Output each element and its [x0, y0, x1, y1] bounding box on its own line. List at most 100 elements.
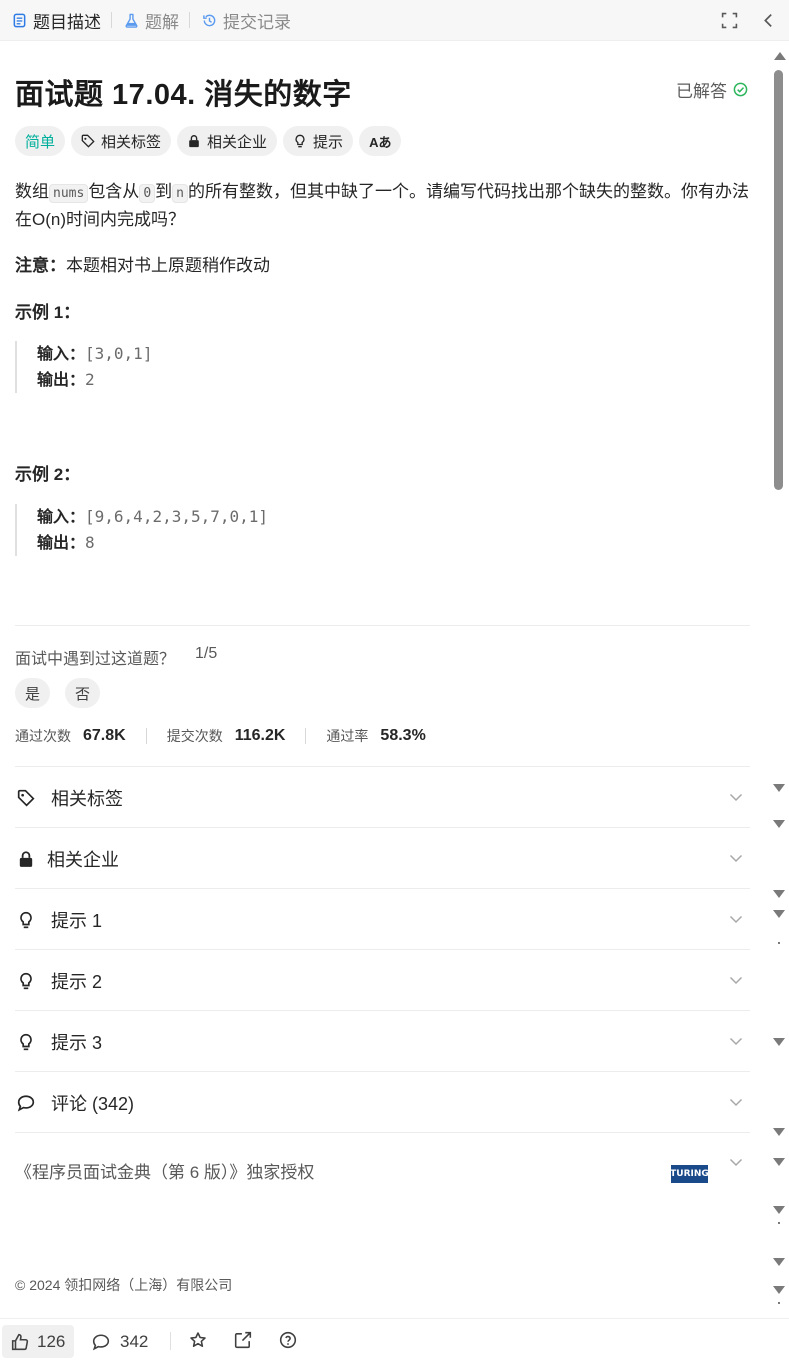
divider	[15, 1132, 750, 1133]
tab-solutions-label: 题解	[145, 12, 179, 32]
input-label: 输入：	[37, 346, 86, 363]
problem-title: 面试题 17.04. 消失的数字	[15, 79, 352, 111]
inline-code: nums	[49, 184, 89, 203]
thumbs-up-icon	[11, 1333, 29, 1350]
comment-icon	[92, 1333, 110, 1350]
problem-chips: 简单 相关标签 相关企业 提示 Aあ	[15, 126, 402, 156]
comment-icon	[17, 1094, 35, 1111]
related-tags-chip[interactable]: 相关标签	[71, 126, 172, 156]
desc-text: 数组	[15, 182, 49, 201]
scroll-marker	[773, 820, 785, 828]
example-2-title: 示例 2：	[15, 465, 81, 484]
source-expand[interactable]	[715, 1142, 750, 1182]
note-text: 本题相对书上原题稍作改动	[66, 256, 270, 275]
chevron-left-icon[interactable]	[760, 12, 777, 29]
solved-label: 已解答	[676, 82, 727, 101]
chevron-down-icon	[729, 1037, 743, 1046]
problem-description: 数组 nums 包含从 0 到 n 的所有整数，但其中缺了一个。请编写代码找出那个缺失的整数…	[15, 179, 750, 233]
history-icon	[203, 14, 216, 26]
scroll-thumb[interactable]	[774, 70, 783, 490]
question-circle-icon	[279, 1331, 297, 1349]
divider	[15, 625, 750, 626]
acceptance-rate-value: 58.3%	[380, 727, 426, 744]
inline-code: n	[172, 184, 188, 203]
interview-question: 面试中遇到过这道题？ 1/5	[15, 645, 217, 669]
bottombar-divider	[170, 1332, 171, 1350]
comments-button[interactable]: 342	[92, 1325, 148, 1358]
scroll-marker	[778, 1222, 780, 1224]
accordion-hint-2[interactable]: 提示 2	[15, 950, 750, 1011]
accordion-hint-1[interactable]: 提示 1	[15, 889, 750, 950]
like-count: 126	[37, 1331, 66, 1351]
example-input: [3,0,1]	[85, 344, 153, 363]
chevron-down-icon	[729, 793, 743, 802]
problem-stats: 通过次数 67.8K 提交次数 116.2K 通过率 58.3%	[15, 726, 426, 746]
related-tags-label: 相关标签	[101, 133, 162, 151]
chevron-down-icon	[729, 1098, 743, 1107]
scroll-marker	[773, 784, 785, 792]
acceptance-rate-label: 通过率	[326, 728, 369, 744]
topbar-actions	[721, 0, 777, 41]
turing-logo: TURING	[670, 1165, 709, 1183]
star-icon	[190, 1332, 206, 1347]
yes-button[interactable]: 是	[15, 678, 50, 708]
lightbulb-icon	[295, 134, 305, 148]
stats-divider	[145, 728, 147, 744]
stats-divider	[305, 728, 307, 744]
scroll-marker	[773, 1038, 785, 1046]
example-1-block: 输入：[3,0,1] 输出：2	[15, 341, 152, 393]
help-button[interactable]	[279, 1331, 297, 1354]
tab-solutions[interactable]: 题解	[112, 0, 189, 41]
favorite-button[interactable]	[189, 1331, 207, 1354]
inline-code: 0	[139, 184, 156, 203]
interview-question-text: 面试中遇到过这道题？	[15, 651, 176, 668]
example-output: 8	[85, 533, 95, 552]
chevron-down-icon	[729, 915, 743, 924]
share-button[interactable]	[234, 1331, 252, 1354]
tab-description-label: 题目描述	[33, 12, 101, 32]
accordion-comments[interactable]: 评论 (342)	[15, 1072, 750, 1133]
difficulty-badge: 简单	[15, 126, 66, 156]
tab-submissions-label: 提交记录	[223, 12, 291, 32]
chevron-down-icon	[729, 854, 743, 863]
fullscreen-icon[interactable]	[721, 12, 738, 29]
desc-text: 包含从	[88, 182, 140, 201]
scroll-marker	[773, 890, 785, 898]
lock-icon	[19, 850, 33, 867]
note-label: 注意：	[15, 256, 66, 275]
like-button[interactable]: 126	[2, 1325, 74, 1358]
check-circle-icon	[733, 82, 748, 97]
example-1-title: 示例 1：	[15, 303, 81, 322]
scrollbar[interactable]	[770, 44, 789, 1304]
hint-chip[interactable]: 提示	[283, 126, 354, 156]
interview-answer-buttons: 是 否	[15, 678, 100, 708]
interview-progress: 1/5	[195, 645, 218, 662]
solved-status: 已解答	[676, 77, 748, 102]
output-label: 输出：	[37, 372, 86, 389]
no-button[interactable]: 否	[65, 678, 100, 708]
tab-submissions[interactable]: 提交记录	[190, 0, 301, 41]
scroll-marker	[773, 1286, 785, 1294]
lock-icon	[189, 135, 199, 148]
scroll-marker	[773, 1206, 785, 1214]
accordion-label: 评论 (342)	[51, 1093, 135, 1114]
scroll-up-arrow[interactable]	[774, 52, 786, 60]
output-label: 输出：	[37, 535, 86, 552]
translate-icon: Aあ	[369, 134, 392, 150]
example-input: [9,6,4,2,3,5,7,0,1]	[85, 507, 269, 526]
related-companies-label: 相关企业	[207, 133, 268, 151]
related-companies-chip[interactable]: 相关企业	[177, 126, 278, 156]
problem-note: 注意：本题相对书上原题稍作改动	[15, 251, 270, 276]
accordion-label: 提示 3	[51, 1032, 103, 1053]
example-output: 2	[85, 370, 95, 389]
accordion-hint-3[interactable]: 提示 3	[15, 1011, 750, 1072]
input-label: 输入：	[37, 509, 86, 526]
accordion-related-tags[interactable]: 相关标签	[15, 767, 750, 828]
lightbulb-icon	[20, 972, 32, 989]
tab-description[interactable]: 题目描述	[0, 0, 111, 41]
accordion-label: 提示 2	[51, 971, 103, 992]
example-2-block: 输入：[9,6,4,2,3,5,7,0,1] 输出：8	[15, 504, 268, 556]
accordion-related-companies[interactable]: 相关企业	[15, 828, 750, 889]
chevron-down-icon	[729, 1158, 743, 1167]
translate-chip[interactable]: Aあ	[359, 126, 402, 156]
